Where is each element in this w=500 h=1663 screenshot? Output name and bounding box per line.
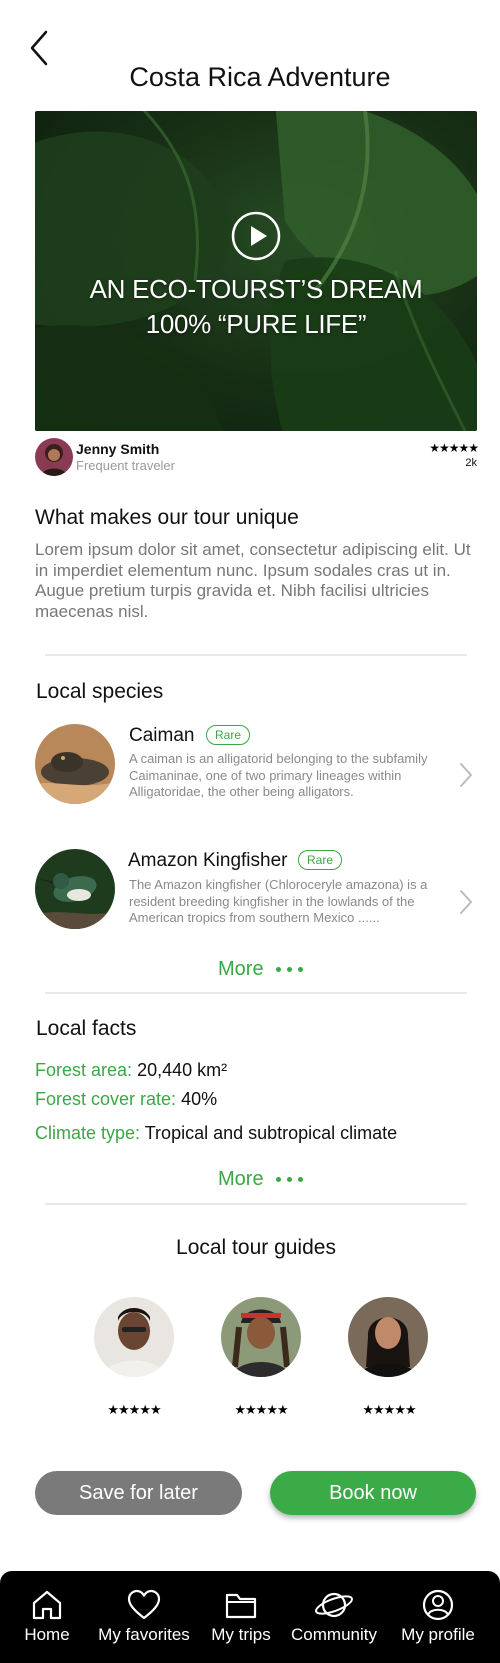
guide-rating-stars: ★★★★★: [107, 1402, 161, 1417]
person-photo: [35, 438, 73, 476]
tab-home[interactable]: Home: [6, 1571, 88, 1663]
species-more-button[interactable]: More: [218, 958, 303, 981]
fact-forest-cover: Forest cover rate: 40%: [35, 1089, 217, 1110]
author-avatar[interactable]: [35, 438, 73, 476]
fact-climate-type: Climate type: Tropical and subtropical c…: [35, 1123, 397, 1144]
species-heading: Local species: [36, 680, 164, 703]
book-now-button[interactable]: Book now: [270, 1471, 476, 1515]
tab-label: My trips: [211, 1625, 271, 1644]
author-role: Frequent traveler: [76, 458, 175, 473]
person-photo: [348, 1297, 428, 1377]
chevron-right-icon: [460, 763, 472, 787]
tab-community[interactable]: Community: [284, 1571, 384, 1663]
fact-label: Climate type:: [35, 1123, 141, 1143]
fact-value: 20,440 km²: [137, 1060, 228, 1080]
more-label: More: [218, 958, 264, 980]
save-for-later-button[interactable]: Save for later: [35, 1471, 242, 1515]
home-icon: [32, 1590, 62, 1620]
rare-badge: Rare: [206, 725, 251, 745]
divider: [45, 992, 467, 994]
guide-avatar-3[interactable]: [348, 1297, 428, 1377]
guides-heading: Local tour guides: [176, 1236, 336, 1259]
tab-my-trips[interactable]: My trips: [202, 1571, 280, 1663]
kingfisher-details-button[interactable]: [458, 888, 474, 916]
author-name: Jenny Smith: [76, 441, 160, 457]
fact-label: Forest cover rate:: [35, 1089, 177, 1109]
fact-value: Tropical and subtropical climate: [144, 1123, 398, 1143]
more-label: More: [218, 1168, 264, 1190]
planet-icon: [315, 1592, 353, 1618]
fact-value: 40%: [181, 1089, 218, 1109]
more-dots-icon: [275, 967, 303, 972]
guide-avatar-2[interactable]: [221, 1297, 301, 1377]
monstera-leaves-image: [35, 111, 477, 431]
user-circle-icon: [422, 1589, 454, 1621]
species-desc-kingfisher: The Amazon kingfisher (Chloroceryle amaz…: [129, 877, 428, 925]
folder-icon: [225, 1593, 257, 1619]
kingfisher-image: [35, 849, 115, 929]
more-dots-icon: [275, 1177, 303, 1182]
bottom-tab-bar: Home My favorites My trips Community My …: [0, 1571, 500, 1663]
guide-rating-stars: ★★★★★: [234, 1402, 288, 1417]
facts-more-button[interactable]: More: [218, 1168, 303, 1191]
tab-label: My favorites: [98, 1625, 190, 1644]
guide-avatar-1[interactable]: [94, 1297, 174, 1377]
fact-forest-area: Forest area: 20,440 km²: [35, 1060, 227, 1081]
species-name-kingfisher: Amazon Kingfisher: [128, 850, 288, 871]
rare-badge: Rare: [298, 850, 343, 870]
person-photo: [94, 1297, 174, 1377]
unique-description: Lorem ipsum dolor sit amet, consectetur …: [35, 540, 471, 621]
hero-headline-2: 100% “PURE LIFE”: [145, 309, 367, 339]
divider: [45, 1203, 467, 1205]
hero-headline-1: AN ECO-TOURST’S DREAM: [89, 274, 423, 304]
heart-icon: [127, 1589, 161, 1620]
guide-rating-stars: ★★★★★: [362, 1402, 416, 1417]
tab-label: Home: [24, 1625, 70, 1644]
tab-label: Community: [291, 1625, 377, 1644]
play-icon: [231, 211, 281, 261]
rating-count: 2k: [465, 457, 477, 469]
species-desc-caiman: A caiman is an alligatorid belonging to …: [129, 751, 428, 799]
unique-heading: What makes our tour unique: [35, 506, 299, 529]
tab-label: My profile: [401, 1625, 475, 1644]
page-title: Costa Rica Adventure: [129, 62, 391, 92]
divider: [45, 654, 467, 656]
caiman-image: [35, 724, 115, 804]
chevron-right-icon: [460, 890, 472, 914]
fact-label: Forest area:: [35, 1060, 133, 1080]
author-rating-stars: ★★★★★: [429, 441, 479, 455]
tab-my-profile[interactable]: My profile: [392, 1571, 484, 1663]
play-button[interactable]: [231, 211, 281, 261]
species-name-caiman: Caiman: [129, 725, 195, 746]
hero-video[interactable]: AN ECO-TOURST’S DREAM 100% “PURE LIFE”: [35, 111, 477, 431]
person-photo: [221, 1297, 301, 1377]
tab-my-favorites[interactable]: My favorites: [92, 1571, 196, 1663]
caiman-details-button[interactable]: [458, 761, 474, 789]
facts-heading: Local facts: [36, 1017, 137, 1040]
